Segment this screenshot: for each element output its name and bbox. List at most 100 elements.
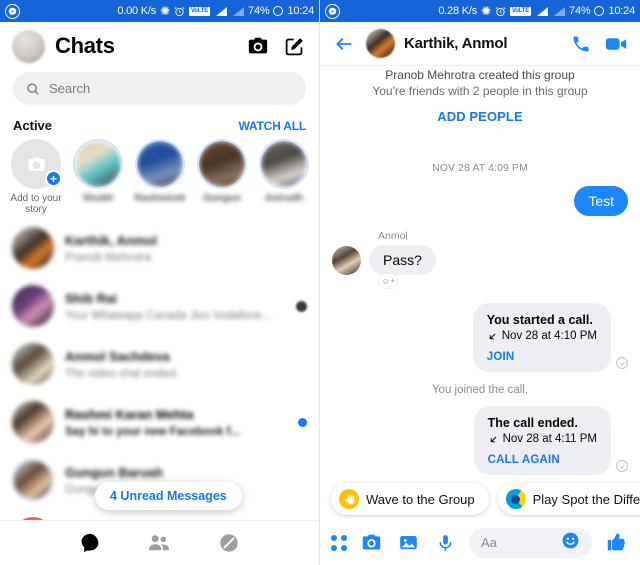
delivered-icon xyxy=(616,357,628,369)
story-item[interactable]: Rashmirek xyxy=(130,139,190,215)
chat-name: Karthik, Anmol xyxy=(65,232,157,248)
message-input-placeholder: Aa xyxy=(481,535,497,550)
story-item[interactable]: Anirudh xyxy=(254,139,314,215)
chat-name: Shib Rai xyxy=(65,290,118,306)
camera-icon[interactable] xyxy=(358,530,384,556)
avatar[interactable] xyxy=(332,246,361,275)
volte-badge: VoLTE xyxy=(509,6,532,16)
call-card-time: Nov 28 at 4:10 PM xyxy=(487,330,597,342)
camera-icon[interactable] xyxy=(245,33,271,59)
emoji-smiley-icon[interactable] xyxy=(561,531,580,555)
search-icon xyxy=(27,82,39,95)
call-arrow-icon xyxy=(489,333,496,339)
sidebar-item-people[interactable] xyxy=(146,530,172,556)
add-story-circle: + xyxy=(11,139,62,189)
story-avatar xyxy=(197,139,247,189)
chat-name: Rashmi Karan Mehta xyxy=(65,406,194,422)
call-arrow-icon xyxy=(490,436,496,442)
bluetooth-icon: ✺ xyxy=(481,4,491,18)
battery-level-left: 74% xyxy=(248,5,270,17)
message-sender-name: Anmol xyxy=(378,230,408,242)
compose-icon[interactable] xyxy=(281,33,307,59)
signal-sim1-icon: : xyxy=(208,5,228,17)
call-card-title: You started a call. xyxy=(486,313,593,327)
story-name: Rashmirek xyxy=(134,193,186,204)
alarm-icon xyxy=(174,6,185,17)
list-item[interactable]: Karthik, Anmol Pranob Mehrotra xyxy=(0,219,319,277)
camera-icon xyxy=(28,156,44,171)
call-again-button[interactable]: CALL AGAIN xyxy=(488,454,597,466)
message-input[interactable]: Aa xyxy=(469,527,592,558)
watch-all-button[interactable]: WATCH ALL xyxy=(238,119,306,133)
avatar[interactable] xyxy=(12,29,45,63)
suggestion-chips: Wave to the Group Play Spot the Differen… xyxy=(320,478,640,520)
wave-to-group-chip[interactable]: Wave to the Group xyxy=(331,483,489,515)
call-started-card: You started a call. Nov 28 at 4:10 PM JO… xyxy=(472,303,611,372)
group-friends-text: You're friends with 2 people in this gro… xyxy=(372,84,588,98)
add-people-button[interactable]: ADD PEOPLE xyxy=(332,109,628,124)
battery-icon-left xyxy=(273,6,284,16)
sidebar-item-chats[interactable] xyxy=(77,530,103,556)
gallery-icon[interactable] xyxy=(395,530,421,556)
story-name: Gungun xyxy=(202,193,242,204)
signal-sim2-icon xyxy=(552,6,566,17)
clock-right: 10:24 xyxy=(608,5,635,17)
add-to-story-button[interactable]: + Add to your story xyxy=(6,139,66,215)
chip-label: Play Spot the Difference xyxy=(532,491,640,507)
message-row-outgoing: Test xyxy=(332,186,628,216)
microphone-icon[interactable] xyxy=(432,530,458,556)
avatar[interactable] xyxy=(366,29,395,58)
thumbs-up-icon[interactable] xyxy=(603,530,629,556)
unread-messages-pill[interactable]: 4 Unread Messages xyxy=(95,482,242,510)
call-started-row: You started a call. Nov 28 at 4:10 PM JO… xyxy=(332,303,628,372)
waving-hand-icon xyxy=(339,489,359,509)
message-bubble[interactable]: Pass? xyxy=(369,245,436,275)
message-row-incoming: Pass? xyxy=(332,245,628,275)
add-reaction-icon[interactable]: ☺ + xyxy=(378,273,398,289)
conversation-title: Karthik, Anmol xyxy=(404,35,508,52)
avatar xyxy=(12,401,54,443)
spot-the-difference-icon xyxy=(505,489,526,509)
story-item[interactable]: Shubh xyxy=(68,139,128,215)
story-item[interactable]: Gungun xyxy=(192,139,252,215)
chat-snippet: The video chat ended. xyxy=(65,367,179,380)
conversation-header: Karthik, Anmol xyxy=(320,22,640,66)
avatar xyxy=(12,285,54,327)
list-item[interactable]: Shib Rai Your Whatsapp Canada Jiss Vodaf… xyxy=(0,277,319,335)
chats-header: Chats xyxy=(0,22,319,70)
add-story-plus-icon: + xyxy=(45,170,62,187)
messenger-logo-icon xyxy=(5,3,20,19)
story-name: Shubh xyxy=(82,193,114,204)
list-item[interactable]: Anmol Sachdeva The video chat ended. xyxy=(0,335,319,393)
signal-sim2-icon xyxy=(231,6,245,17)
avatar xyxy=(12,459,54,501)
read-receipt-avatar xyxy=(296,300,307,312)
list-item[interactable]: Rashmi Karan Mehta Say hi to your new Fa… xyxy=(0,393,319,451)
search-input[interactable]: Search xyxy=(13,72,306,105)
grid-more-icon[interactable] xyxy=(331,534,347,551)
call-card-time: Nov 28 at 4:11 PM xyxy=(488,433,597,445)
story-avatar xyxy=(135,139,185,189)
message-bubble[interactable]: Test xyxy=(574,186,628,216)
timestamp-divider: NOV 28 AT 4:09 PM xyxy=(432,162,528,174)
unread-indicator xyxy=(298,417,307,427)
video-camera-icon[interactable] xyxy=(603,31,629,57)
join-call-button[interactable]: JOIN xyxy=(487,351,597,363)
add-story-label: Add to your story xyxy=(10,193,62,215)
people-icon xyxy=(149,535,170,551)
spot-the-difference-chip[interactable]: Play Spot the Difference xyxy=(497,483,640,515)
discover-icon xyxy=(220,534,238,552)
active-label: Active xyxy=(13,118,53,133)
battery-icon-right xyxy=(594,6,605,16)
screenshot-root: 0.00 K/s ✺ VoLTE : 74% 10:24 Chats Searc… xyxy=(0,0,640,565)
story-avatar xyxy=(73,139,123,189)
chat-snippet: Say hi to your new Facebook f... xyxy=(65,425,241,438)
story-avatar xyxy=(259,139,309,189)
back-arrow-icon[interactable] xyxy=(331,31,357,57)
message-thread: Pranob Mehrotra created this group You'r… xyxy=(320,68,640,505)
phone-icon[interactable] xyxy=(568,31,594,57)
net-speed-right: 0.28 K/s xyxy=(438,5,478,17)
signal-sim1-icon: : xyxy=(529,5,549,17)
sidebar-item-discover[interactable] xyxy=(216,530,242,556)
avatar xyxy=(12,343,54,385)
